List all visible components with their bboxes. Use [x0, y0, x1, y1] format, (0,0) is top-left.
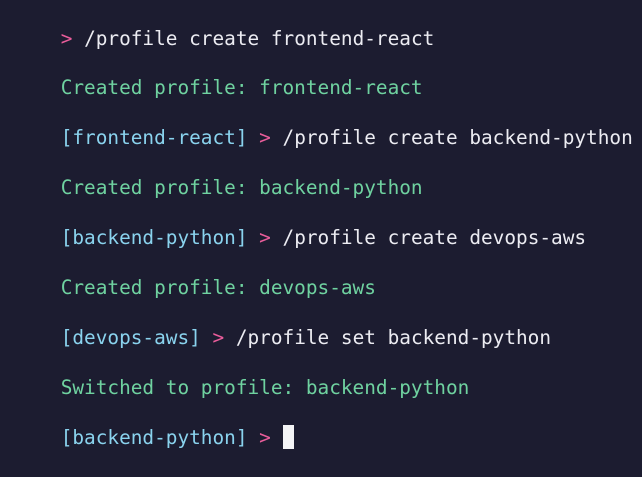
terminal-window[interactable]: > /profile create frontend-react Created…	[0, 0, 642, 449]
prompt-arrow: >	[200, 326, 225, 349]
prompt-arrow: >	[247, 126, 271, 149]
text-cursor	[282, 425, 294, 449]
terminal-output-line: Switched to profile: backend-python	[14, 349, 470, 399]
command-text: /profile create backend-python	[270, 126, 633, 149]
command-text: /profile create frontend-react	[72, 27, 435, 50]
profile-tag: [backend-python]	[60, 426, 248, 449]
terminal-input-line: [devops-aws] > /profile set backend-pyth…	[14, 299, 551, 349]
profile-tag: [frontend-react]	[60, 126, 248, 149]
output-text: Created profile: frontend-react	[60, 76, 423, 99]
command-input[interactable]	[271, 426, 283, 449]
output-text: Switched to profile: backend-python	[60, 376, 470, 399]
output-text: Created profile: devops-aws	[60, 276, 376, 299]
prompt-arrow: >	[247, 226, 271, 249]
prompt-arrow: >	[60, 27, 73, 50]
terminal-output-line: Created profile: backend-python	[14, 149, 423, 199]
profile-tag: [devops-aws]	[60, 326, 201, 349]
terminal-active-prompt[interactable]: [backend-python] >	[14, 399, 294, 449]
command-text: /profile create devops-aws	[270, 226, 587, 249]
command-text: /profile set backend-python	[224, 326, 552, 349]
terminal-output-line: Created profile: devops-aws	[14, 249, 376, 299]
terminal-input-line: > /profile create frontend-react	[14, 0, 435, 50]
terminal-input-line: [backend-python] > /profile create devop…	[14, 199, 586, 249]
prompt-arrow: >	[247, 426, 271, 449]
profile-tag: [backend-python]	[60, 226, 248, 249]
output-text: Created profile: backend-python	[60, 176, 423, 199]
terminal-output-line: Created profile: frontend-react	[14, 49, 423, 99]
terminal-input-line: [frontend-react] > /profile create backe…	[14, 99, 633, 149]
